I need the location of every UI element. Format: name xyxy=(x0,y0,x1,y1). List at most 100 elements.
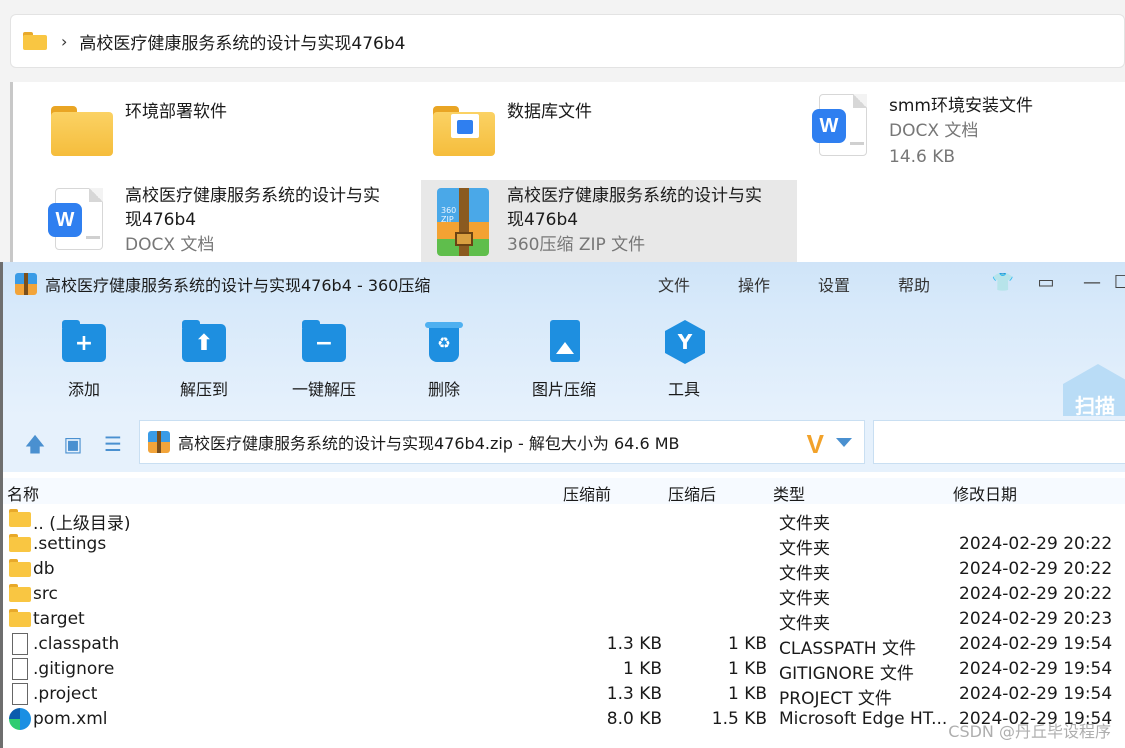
cell-size: 1 KB xyxy=(622,659,662,679)
tools-button[interactable]: Y 工具 xyxy=(629,320,739,400)
folder-icon xyxy=(9,509,31,527)
cell-type: GITIGNORE 文件 xyxy=(779,664,914,684)
tile-name-line1: 高校医疗健康服务系统的设计与实 xyxy=(125,186,380,206)
one-click-extract-icon: − xyxy=(299,320,349,364)
word-document-icon: W xyxy=(47,184,113,250)
tile-size: 14.6 KB xyxy=(889,147,956,167)
menu-help[interactable]: 帮助 xyxy=(898,272,930,296)
table-row[interactable]: .classpath 1.3 KB 1 KB CLASSPATH 文件 2024-02-… xyxy=(3,633,1125,659)
tile-type: 360压缩 ZIP 文件 xyxy=(507,235,646,255)
up-arrow-icon[interactable]: 🡅 xyxy=(23,432,47,456)
chevron-right-icon: › xyxy=(61,31,68,51)
explorer-file-view: 环境部署软件 数据库文件 W smm环境安装文件 DOCX 文档 14.6 KB… xyxy=(10,82,1125,262)
scan-label: 扫描 xyxy=(1075,394,1115,418)
breadcrumb[interactable]: 高校医疗健康服务系统的设计与实现476b4 xyxy=(79,29,405,54)
tile-thesis-docx[interactable]: W 高校医疗健康服务系统的设计与实 现476b4 DOCX 文档 xyxy=(47,184,417,264)
folder-icon xyxy=(9,559,31,577)
file-icon xyxy=(12,658,28,680)
cell-date: 2024-02-29 20:23 xyxy=(959,609,1113,629)
cell-name: target xyxy=(33,609,85,629)
cell-type: 文件夹 xyxy=(779,539,830,559)
extract-to-button[interactable]: ⬆ 解压到 xyxy=(149,320,259,400)
cell-date: 2024-02-29 19:54 xyxy=(959,684,1113,704)
cell-date: 2024-02-29 19:54 xyxy=(959,634,1113,654)
cell-name: pom.xml xyxy=(33,709,108,729)
archive-window: 高校医疗健康服务系统的设计与实现476b4 - 360压缩 文件 操作 设置 帮… xyxy=(0,262,1125,748)
search-input[interactable] xyxy=(873,420,1125,464)
image-compress-icon xyxy=(539,320,589,364)
cell-size: 8.0 KB xyxy=(606,709,662,729)
cell-type: 文件夹 xyxy=(779,589,830,609)
folder-icon xyxy=(9,609,31,627)
cell-name: .. (上级目录) xyxy=(33,514,131,534)
folder-with-document-icon xyxy=(429,100,495,162)
v-logo-icon: V xyxy=(806,429,824,459)
col-header-date[interactable]: 修改日期 xyxy=(953,481,1017,505)
add-button[interactable]: + 添加 xyxy=(29,320,139,400)
table-row[interactable]: src 文件夹 2024-02-29 20:22 xyxy=(3,583,1125,609)
tools-label: 工具 xyxy=(667,380,700,399)
table-row[interactable]: db 文件夹 2024-02-29 20:22 xyxy=(3,558,1125,584)
add-icon: + xyxy=(59,320,109,364)
menu-operation[interactable]: 操作 xyxy=(738,272,770,296)
table-row[interactable]: .settings 文件夹 2024-02-29 20:22 xyxy=(3,533,1125,559)
trash-icon: ♻ xyxy=(419,320,469,364)
edge-browser-icon xyxy=(9,708,31,730)
file-icon xyxy=(12,633,28,655)
tile-name-line2: 现476b4 xyxy=(125,210,197,230)
archive-path-field[interactable]: 高校医疗健康服务系统的设计与实现476b4.zip - 解包大小为 64.6 M… xyxy=(139,420,865,464)
col-header-type[interactable]: 类型 xyxy=(773,481,805,505)
table-row[interactable]: .gitignore 1 KB 1 KB GITIGNORE 文件 2024-02-29… xyxy=(3,658,1125,684)
one-click-extract-label: 一键解压 xyxy=(291,380,356,399)
word-document-icon: W xyxy=(811,94,877,156)
cell-name: .settings xyxy=(33,534,107,554)
cell-compressed: 1 KB xyxy=(727,659,767,679)
tile-name-line2: 现476b4 xyxy=(507,210,579,230)
cell-name: .classpath xyxy=(33,634,120,654)
col-header-name[interactable]: 名称 xyxy=(7,481,39,505)
zip-archive-icon: 360 ZIP xyxy=(429,184,495,256)
cell-size: 1.3 KB xyxy=(606,634,662,654)
zip-file-icon xyxy=(148,431,170,453)
delete-button[interactable]: ♻ 删除 xyxy=(389,320,499,400)
skin-icon[interactable]: 👕 xyxy=(990,272,1016,294)
tile-database-files[interactable]: 数据库文件 xyxy=(429,100,789,180)
maximize-button[interactable]: ☐ xyxy=(1109,272,1125,294)
cell-name: .gitignore xyxy=(33,659,115,679)
thumbnail-view-icon[interactable]: ▣ xyxy=(61,432,85,456)
archive-path-text: 高校医疗健康服务系统的设计与实现476b4.zip - 解包大小为 64.6 M… xyxy=(178,434,680,453)
cell-type: PROJECT 文件 xyxy=(779,689,892,709)
cell-type: 文件夹 xyxy=(779,564,830,584)
image-compress-button[interactable]: 图片压缩 xyxy=(509,320,619,400)
title-bar[interactable]: 高校医疗健康服务系统的设计与实现476b4 - 360压缩 文件 操作 设置 帮… xyxy=(3,262,1125,306)
extract-to-label: 解压到 xyxy=(179,380,228,399)
col-header-compressed[interactable]: 压缩后 xyxy=(668,481,716,505)
menu-file[interactable]: 文件 xyxy=(658,272,690,296)
menu-settings[interactable]: 设置 xyxy=(818,272,850,296)
table-row[interactable]: .project 1.3 KB 1 KB PROJECT 文件 2024-02-29 1… xyxy=(3,683,1125,709)
watermark: CSDN @丹丘毕设程序 xyxy=(948,722,1111,741)
navigation-row: 🡅 ▣ ☰ 高校医疗健康服务系统的设计与实现476b4.zip - 解包大小为 … xyxy=(3,416,1125,472)
cell-size: 1.3 KB xyxy=(606,684,662,704)
tile-name: 环境部署软件 xyxy=(125,102,227,122)
delete-label: 删除 xyxy=(427,380,460,399)
list-view-icon[interactable]: ☰ xyxy=(101,432,125,456)
cell-type: CLASSPATH 文件 xyxy=(779,639,916,659)
tile-env-software[interactable]: 环境部署软件 xyxy=(47,100,407,180)
explorer-address-bar[interactable]: › 高校医疗健康服务系统的设计与实现476b4 xyxy=(10,14,1125,68)
image-compress-label: 图片压缩 xyxy=(531,380,596,399)
message-icon[interactable]: ▭ xyxy=(1033,272,1059,294)
chevron-down-icon[interactable] xyxy=(836,438,852,447)
table-row[interactable]: target 文件夹 2024-02-29 20:23 xyxy=(3,608,1125,634)
minimize-button[interactable]: — xyxy=(1079,272,1105,294)
window-title: 高校医疗健康服务系统的设计与实现476b4 - 360压缩 xyxy=(45,276,431,295)
one-click-extract-button[interactable]: − 一键解压 xyxy=(269,320,379,400)
table-row[interactable]: .. (上级目录) 文件夹 xyxy=(3,508,1125,534)
col-header-size[interactable]: 压缩前 xyxy=(563,481,611,505)
tools-icon: Y xyxy=(659,320,709,364)
tile-type: DOCX 文档 xyxy=(125,235,215,255)
cell-name: .project xyxy=(33,684,98,704)
cell-type: 文件夹 xyxy=(779,614,830,634)
tile-thesis-zip[interactable]: 360 ZIP 高校医疗健康服务系统的设计与实 现476b4 360压缩 ZIP… xyxy=(421,180,797,262)
tile-smm-docx[interactable]: W smm环境安装文件 DOCX 文档 14.6 KB xyxy=(811,94,1121,174)
